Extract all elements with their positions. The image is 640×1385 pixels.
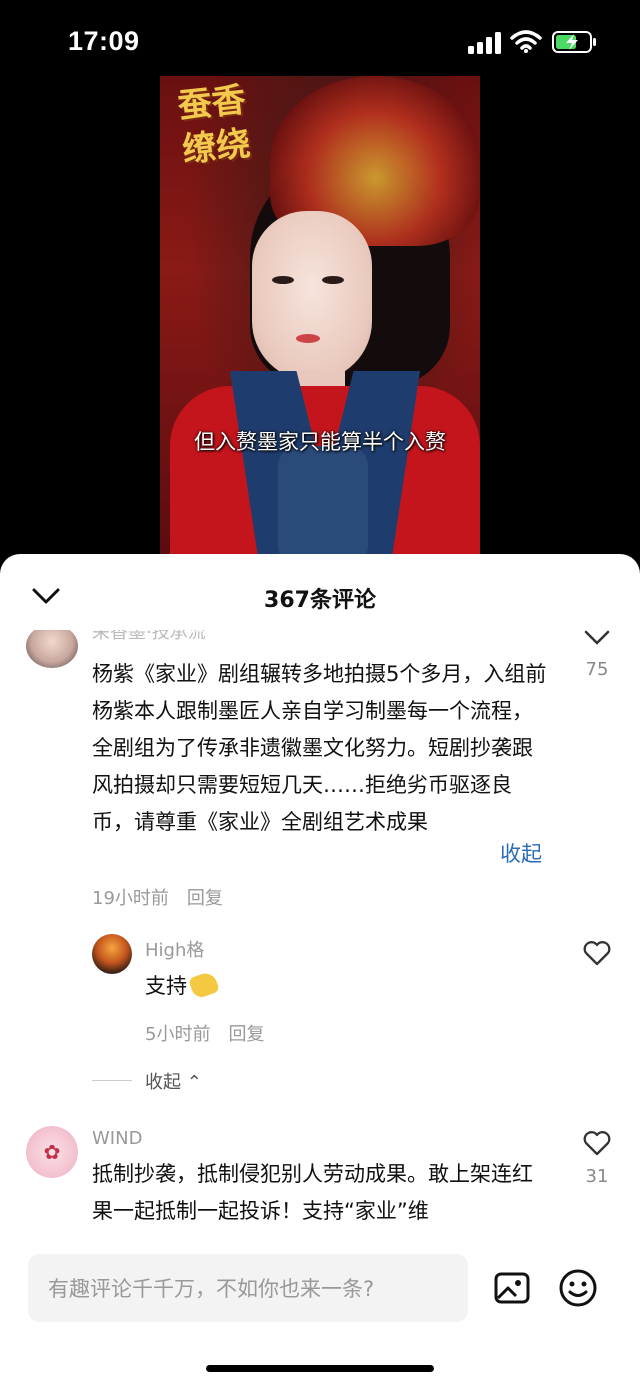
wifi-icon (510, 30, 542, 53)
collapse-replies-button[interactable]: 收起 ⌃ (145, 1068, 202, 1094)
comments-sheet: 367条评论 采香墨·技承流 75 杨紫《家业》剧组辗转多地拍摄5个多月，入组前… (0, 554, 640, 1385)
heart-icon[interactable] (582, 1130, 612, 1156)
bow-icon: ✿ (43, 1140, 61, 1164)
heart-icon[interactable] (582, 940, 612, 966)
like-count: 31 (585, 1166, 609, 1187)
comment-username[interactable]: 采香墨·技承流 (92, 630, 206, 644)
like-count: 75 (585, 659, 609, 680)
reply-time: 5小时前 (145, 1024, 211, 1045)
video-figure-face (252, 211, 372, 381)
avatar[interactable] (92, 934, 132, 974)
reply-text-content: 支持 (145, 974, 187, 998)
video-subtitle: 但入赘墨家只能算半个入赘 (194, 430, 446, 454)
comment-text: 杨紫《家业》剧组辗转多地拍摄5个多月，入组前杨紫本人跟制墨匠人亲自学习制墨每一个… (92, 662, 547, 834)
comment-input[interactable] (46, 1254, 454, 1324)
video-figure-eye (272, 276, 294, 284)
reply-text: 支持 (145, 970, 220, 1000)
home-indicator[interactable] (206, 1365, 434, 1372)
comments-count-title: 367条评论 (264, 588, 376, 613)
image-picker-icon[interactable] (494, 1270, 530, 1306)
comment-username[interactable]: WIND (92, 1128, 142, 1149)
video-figure-lips (296, 334, 320, 343)
comment-time: 19小时前 (92, 888, 169, 909)
video-player[interactable]: 蚕香缭绕 但入赘墨家只能算半个入赘 (160, 76, 480, 556)
status-bar: 17:09 (0, 0, 640, 80)
comment-text: 抵制抄袭，抵制侵犯别人劳动成果。敢上架连红果一起抵制一起投诉！支持“家业”维 (92, 1162, 533, 1223)
divider (92, 1080, 132, 1081)
status-time: 17:09 (68, 26, 140, 56)
video-figure-eye (322, 276, 344, 284)
clap-emoji-icon (188, 970, 220, 1000)
reply-username[interactable]: High格 (145, 936, 204, 962)
video-figure-inner-garment (278, 446, 368, 556)
video-title-art: 蚕香缭绕 (175, 79, 253, 171)
comments-list[interactable]: 采香墨·技承流 75 杨紫《家业》剧组辗转多地拍摄5个多月，入组前杨紫本人跟制墨… (0, 630, 640, 1260)
cellular-signal-icon (468, 32, 501, 54)
comment-input-box[interactable] (28, 1254, 468, 1324)
avatar[interactable] (26, 630, 78, 668)
heart-icon[interactable] (582, 630, 612, 650)
reply-meta: 5小时前 回复 (145, 1020, 264, 1046)
battery-charging-icon (552, 31, 596, 53)
collapse-text-link[interactable]: 收起 (500, 838, 542, 868)
emoji-picker-icon[interactable] (558, 1268, 598, 1308)
avatar[interactable]: ✿ (26, 1126, 78, 1178)
comment-meta: 19小时前 回复 (92, 884, 223, 910)
reply-button[interactable]: 回复 (187, 888, 223, 909)
reply-button[interactable]: 回复 (228, 1024, 264, 1045)
